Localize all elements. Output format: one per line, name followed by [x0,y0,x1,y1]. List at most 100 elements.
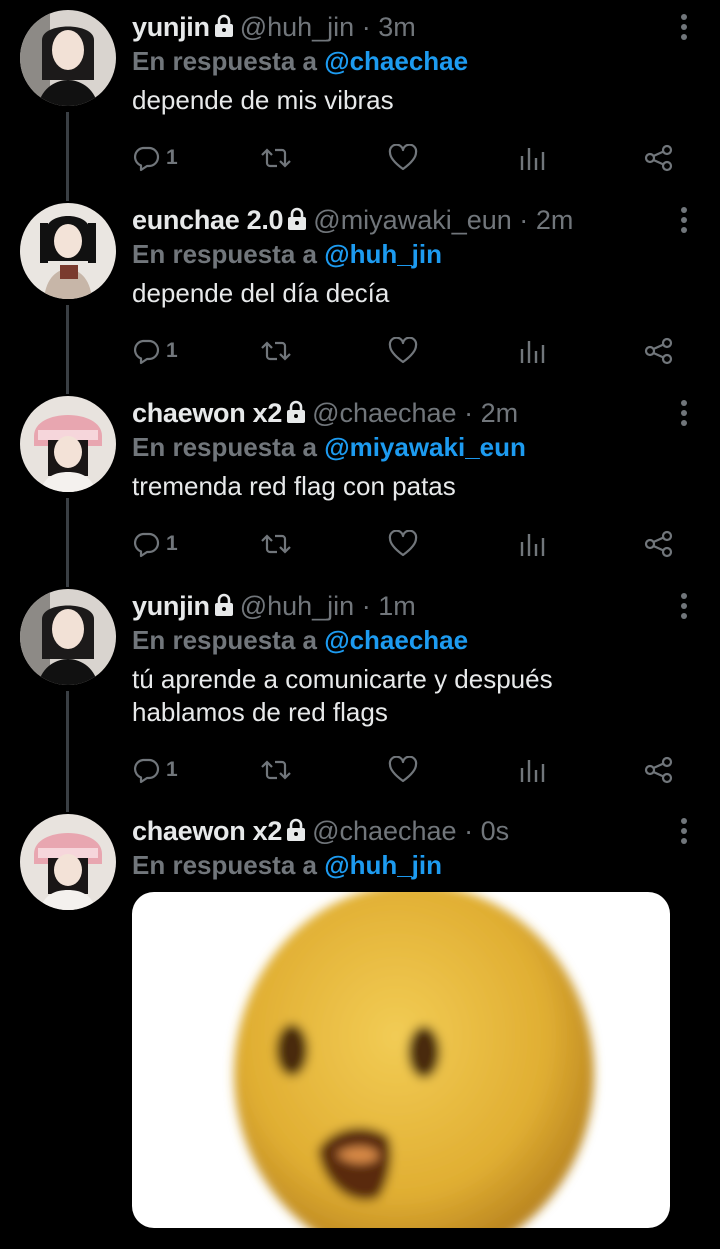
avatar[interactable] [20,203,116,299]
display-name[interactable]: chaewon x2 [132,398,282,428]
tweet-header: yunjin @huh_jin · 3m [132,12,416,45]
reply-mention[interactable]: @huh_jin [324,850,442,880]
tweet-text-line: tremenda red flag con patas [132,471,456,501]
reply-button[interactable]: 1 [132,141,178,175]
separator: · [464,398,474,428]
user-handle[interactable]: @miyawaki_eun [313,205,512,235]
avatar[interactable] [20,396,116,492]
reply-button[interactable]: 1 [132,527,178,561]
more-icon [681,838,687,844]
more-options-button[interactable] [680,818,688,848]
timestamp[interactable]: 1m [378,591,416,621]
tweet-actions: 1 [132,753,680,787]
heart-icon [388,530,418,558]
retweet-button[interactable] [260,334,292,368]
heart-icon [388,756,418,784]
share-button[interactable] [644,334,674,368]
views-button[interactable] [518,753,546,787]
reply-icon [132,337,160,365]
avatar[interactable] [20,10,116,106]
shocked-emoji-image [234,892,594,1228]
more-options-button[interactable] [680,400,688,430]
like-button[interactable] [388,753,418,787]
more-options-button[interactable] [680,593,688,623]
views-button[interactable] [518,141,546,175]
separator: · [519,205,529,235]
tweet-header: eunchae 2.0 @miyawaki_eun · 2m [132,205,573,238]
thread-connector [66,112,69,201]
reply-count: 1 [166,146,178,169]
share-button[interactable] [644,527,674,561]
reply-mention[interactable]: @chaechae [324,625,468,655]
lock-icon [286,400,306,431]
heart-icon [388,337,418,365]
retweet-button[interactable] [260,753,292,787]
avatar[interactable] [20,589,116,685]
separator: · [361,12,371,42]
user-handle[interactable]: @chaechae [312,816,457,846]
more-icon [681,603,687,609]
avatar-photo [20,203,116,299]
like-button[interactable] [388,527,418,561]
more-icon [681,593,687,599]
more-icon [681,207,687,213]
reply-context: En respuesta a @chaechae [132,625,468,656]
lock-icon [287,207,307,238]
reply-icon [132,144,160,172]
avatar[interactable] [20,814,116,910]
tweet-text: depende del día decía [132,277,389,310]
display-name[interactable]: eunchae 2.0 [132,205,284,235]
more-options-button[interactable] [680,207,688,237]
reply-icon [132,756,160,784]
display-name[interactable]: chaewon x2 [132,816,282,846]
reply-mention[interactable]: @chaechae [324,46,468,76]
more-icon [681,217,687,223]
reply-button[interactable]: 1 [132,334,178,368]
user-handle[interactable]: @huh_jin [240,12,355,42]
avatar-photo [20,10,116,106]
views-icon [518,337,546,365]
timestamp[interactable]: 2m [536,205,574,235]
thread-connector [66,305,69,394]
lock-icon [214,14,234,38]
heart-icon [388,144,418,172]
like-button[interactable] [388,334,418,368]
tweet-media-image[interactable] [132,892,670,1228]
more-icon [681,34,687,40]
reply-mention[interactable]: @huh_jin [324,239,442,269]
lock-icon [286,400,306,424]
thread-connector [66,691,69,812]
more-icon [681,818,687,824]
views-button[interactable] [518,334,546,368]
reply-prefix: En respuesta a [132,850,317,880]
user-handle[interactable]: @huh_jin [240,591,355,621]
more-icon [681,14,687,20]
share-icon [644,144,674,172]
avatar-photo [20,396,116,492]
share-button[interactable] [644,141,674,175]
lock-icon [286,818,306,849]
reply-button[interactable]: 1 [132,753,178,787]
timestamp[interactable]: 0s [481,816,510,846]
retweet-button[interactable] [260,527,292,561]
more-icon [681,227,687,233]
reply-mention[interactable]: @miyawaki_eun [324,432,526,462]
tweet-text: tremenda red flag con patas [132,470,456,503]
avatar-photo [20,589,116,685]
display-name[interactable]: yunjin [132,591,210,621]
share-button[interactable] [644,753,674,787]
tweet-text-line: depende de mis vibras [132,85,394,115]
share-icon [644,337,674,365]
lock-icon [287,207,307,231]
like-button[interactable] [388,141,418,175]
user-handle[interactable]: @chaechae [312,398,457,428]
timestamp[interactable]: 3m [378,12,416,42]
timestamp[interactable]: 2m [481,398,519,428]
display-name[interactable]: yunjin [132,12,210,42]
retweet-button[interactable] [260,141,292,175]
views-icon [518,530,546,558]
reply-context: En respuesta a @huh_jin [132,239,442,270]
more-options-button[interactable] [680,14,688,44]
views-button[interactable] [518,527,546,561]
reply-context: En respuesta a @chaechae [132,46,468,77]
